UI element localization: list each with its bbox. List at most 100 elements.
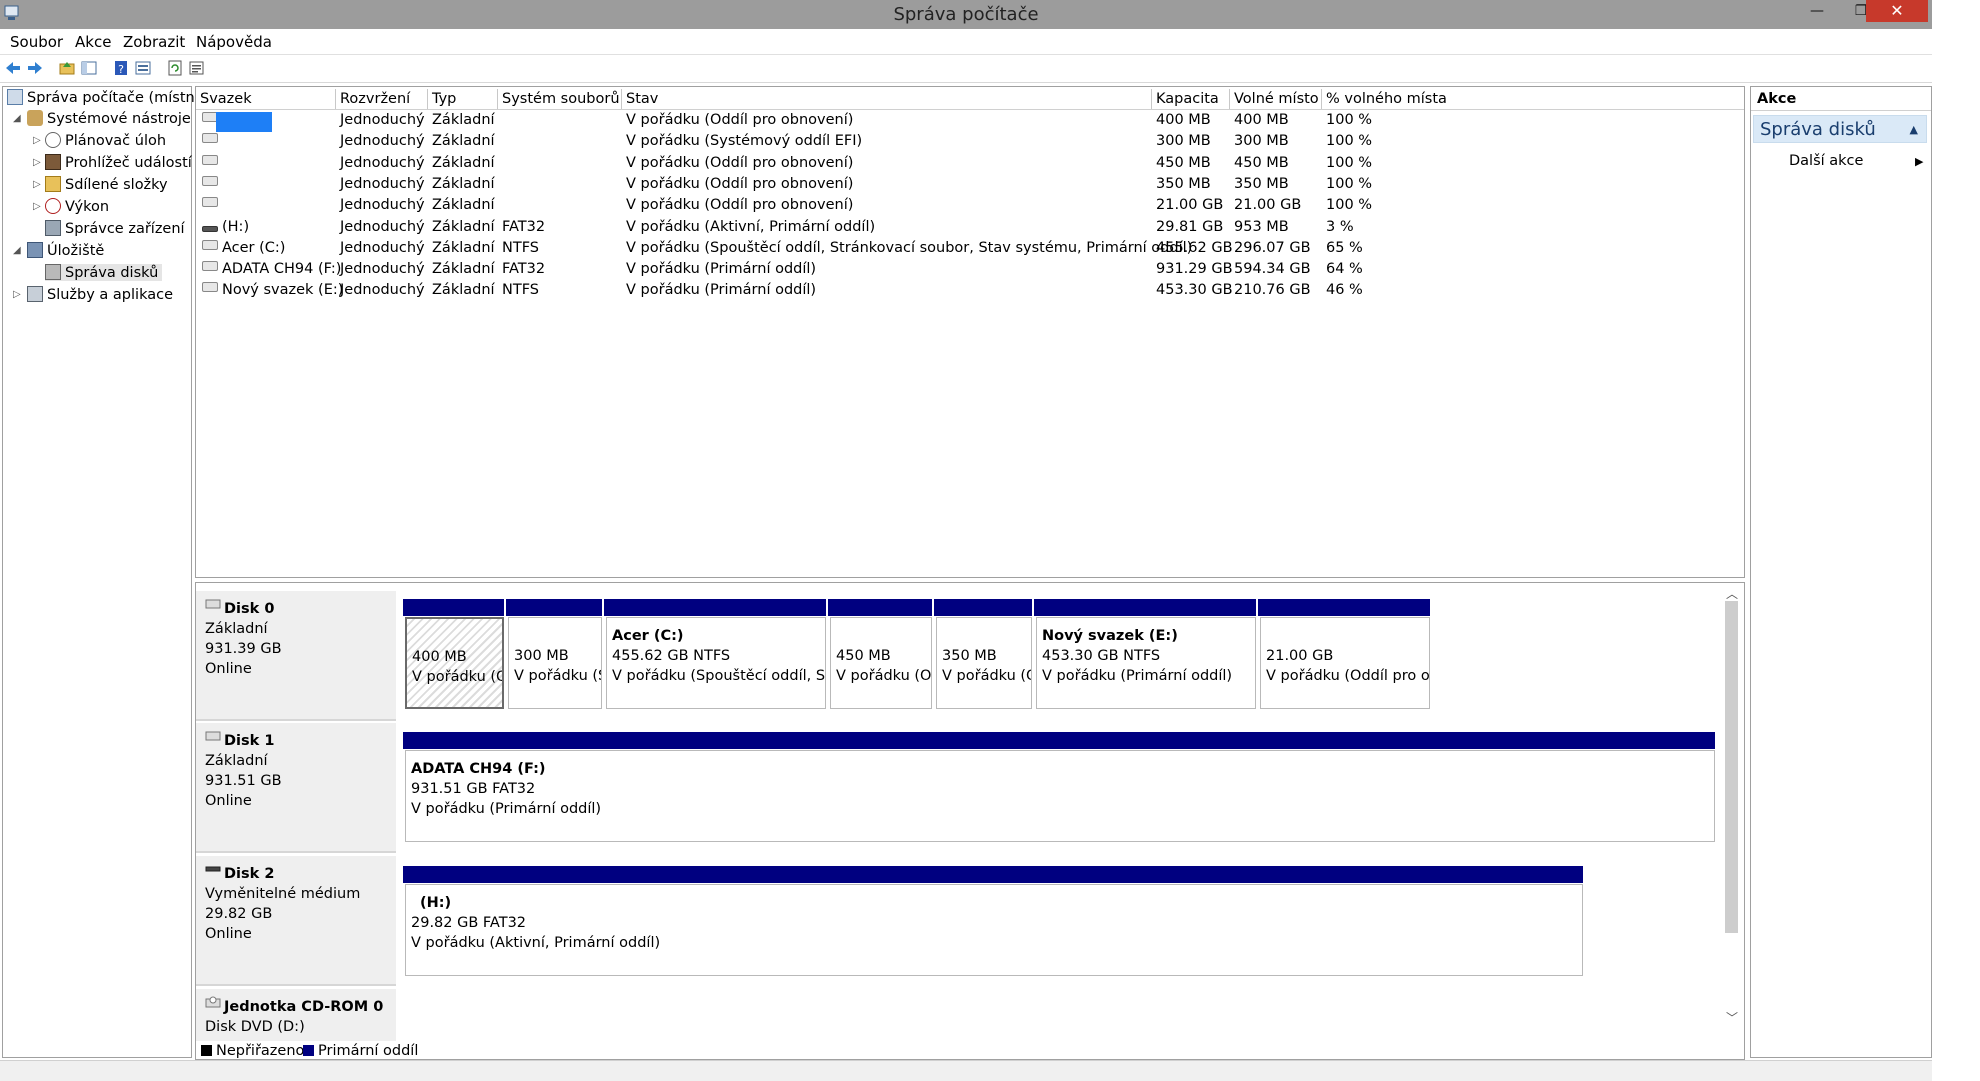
tree-item-disk-management[interactable]: Správa disků xyxy=(45,264,163,281)
partition-disk0-3[interactable]: 450 MB V pořádku (Oddí xyxy=(830,617,932,709)
export-list-icon[interactable] xyxy=(188,59,206,77)
disk-0-kind: Základní xyxy=(205,621,268,637)
expand-arrow-icon[interactable]: ◢ xyxy=(13,113,21,124)
collapse-up-icon[interactable]: ▲ xyxy=(1910,116,1918,144)
partition-disk0-2[interactable]: Acer (C:) 455.62 GB NTFS V pořádku (Spoušt… xyxy=(606,617,826,709)
table-row[interactable]: (H:) Jednoduchý Základní FAT32 V pořádku (Ak… xyxy=(196,218,1744,239)
more-actions-link[interactable]: Další akce xyxy=(1789,153,1863,169)
partition-disk0-5[interactable]: Nový svazek (E:) 453.30 GB NTFS V pořádku … xyxy=(1036,617,1256,709)
table-row[interactable]: ADATA CH94 (F:) Jednoduchý Základní FAT32 V … xyxy=(196,260,1744,281)
legend-swatch-unallocated xyxy=(201,1045,212,1056)
scroll-down-arrow-icon[interactable]: ﹀ xyxy=(1726,1009,1738,1026)
up-folder-icon[interactable] xyxy=(58,59,76,77)
disk-2-info[interactable]: Disk 2 Vyměnitelné médium 29.82 GB Onlin… xyxy=(196,856,396,986)
partition-disk0-6[interactable]: 21.00 GB V pořádku (Oddíl pro obnovení xyxy=(1260,617,1430,709)
cell-pct: 100 % xyxy=(1326,112,1373,128)
partition-status: V pořádku (Oddíl xyxy=(412,669,502,685)
collapse-arrow-icon[interactable]: ▷ xyxy=(33,201,41,212)
title-bar: Správa počítače — ❐ ✕ xyxy=(0,0,1932,29)
show-tree-icon[interactable] xyxy=(80,59,98,77)
tree-item-performance[interactable]: Výkon xyxy=(45,198,109,215)
menu-akce[interactable]: Akce xyxy=(75,33,111,51)
cell-type: Základní xyxy=(432,239,495,256)
help-icon[interactable]: ? xyxy=(112,59,130,77)
back-arrow-icon[interactable] xyxy=(4,59,22,77)
scroll-up-arrow-icon[interactable]: ︿ xyxy=(1726,585,1738,602)
cell-capacity: 300 MB xyxy=(1156,133,1211,150)
cell-status: V pořádku (Systémový oddíl EFI) xyxy=(626,133,863,150)
cell-layout: Jednoduchý xyxy=(340,282,425,299)
table-row[interactable]: Jednoduchý Základní V pořádku (Oddíl pro o… xyxy=(196,111,1744,132)
partition-status: V pořádku (Primární oddíl) xyxy=(1042,668,1233,684)
collapse-arrow-icon[interactable]: ▷ xyxy=(33,179,41,190)
table-row[interactable]: Jednoduchý Základní V pořádku (Oddíl pro o… xyxy=(196,154,1744,175)
close-button[interactable]: ✕ xyxy=(1866,0,1928,22)
partition-adata-f[interactable]: ADATA CH94 (F:) 931.51 GB FAT32 V pořádk… xyxy=(405,750,1715,842)
disk-0-state: Online xyxy=(205,661,252,677)
minimize-button[interactable]: — xyxy=(1796,0,1838,22)
tree-item-storage[interactable]: Úložiště xyxy=(27,242,104,259)
cdrom-info[interactable]: Jednotka CD-ROM 0 Disk DVD (D:) xyxy=(196,989,396,1041)
scrollbar-thumb[interactable] xyxy=(1725,601,1738,933)
cell-free: 594.34 GB xyxy=(1234,261,1311,278)
column-header-free-space[interactable]: Volné místo xyxy=(1230,89,1322,109)
tree-item-device-manager[interactable]: Správce zařízení xyxy=(45,220,185,237)
cell-type: Základní xyxy=(432,282,495,299)
cell-layout: Jednoduchý xyxy=(340,175,425,192)
disk-1-info[interactable]: Disk 1 Základní 931.51 GB Online xyxy=(196,723,396,853)
partition-disk0-1[interactable]: 300 MB V pořádku (Syste xyxy=(508,617,602,709)
properties-icon[interactable] xyxy=(134,59,152,77)
cell-free: 350 MB xyxy=(1234,175,1289,192)
column-header-free-percent[interactable]: % volného místa xyxy=(1322,89,1742,109)
table-row[interactable]: Jednoduchý Základní V pořádku (Oddíl pro o… xyxy=(196,196,1744,217)
table-row[interactable]: Nový svazek (E:) Jednoduchý Základní NTFS V … xyxy=(196,281,1744,302)
tree-item-event-viewer[interactable]: Prohlížeč událostí xyxy=(45,154,192,171)
tree-item-system-tools[interactable]: Systémové nástroje xyxy=(27,110,191,127)
disk-0-info[interactable]: Disk 0 Základní 931.39 GB Online xyxy=(196,591,396,721)
partition-size: 455.62 GB NTFS xyxy=(612,648,731,664)
disk-view-scrollbar[interactable]: ︿ ﹀ xyxy=(1723,585,1740,1025)
cell-name: ADATA CH94 (F:) xyxy=(222,261,342,278)
partition-title: ADATA CH94 (F:) xyxy=(411,761,546,777)
computer-management-icon xyxy=(7,89,23,105)
disk-graphical-view: Disk 0 Základní 931.39 GB Online 400 MB V… xyxy=(195,582,1745,1060)
collapse-arrow-icon[interactable]: ▷ xyxy=(33,135,41,146)
cell-pct: 100 % xyxy=(1326,197,1373,214)
submenu-arrow-icon[interactable]: ▶ xyxy=(1915,155,1923,168)
column-header-volume[interactable]: Svazek xyxy=(196,89,336,109)
partition-status: V pořádku (Aktivní, Primární oddíl) xyxy=(411,935,661,951)
legend-primary: Primární oddíl xyxy=(318,1043,419,1059)
column-header-filesystem[interactable]: Systém souborů xyxy=(498,89,622,109)
disk-drive-icon xyxy=(205,599,221,609)
partition-disk0-4[interactable]: 350 MB V pořádku (Oddí xyxy=(936,617,1032,709)
tree-item-shared-folders[interactable]: Sdílené složky xyxy=(45,176,168,193)
cdrom-kind: Disk DVD (D:) xyxy=(205,1019,305,1035)
column-header-type[interactable]: Typ xyxy=(428,89,498,109)
menu-zobrazit[interactable]: Zobrazit xyxy=(123,33,185,51)
partition-disk0-0[interactable]: 400 MB V pořádku (Oddíl xyxy=(405,617,504,709)
disk-0-size: 931.39 GB xyxy=(205,641,282,657)
table-row[interactable]: Jednoduchý Základní V pořádku (Oddíl pro o… xyxy=(196,175,1744,196)
column-header-layout[interactable]: Rozvržení xyxy=(336,89,428,109)
collapse-arrow-icon[interactable]: ▷ xyxy=(33,157,41,168)
tree-item-services-apps[interactable]: Služby a aplikace xyxy=(27,286,173,303)
tools-icon xyxy=(27,110,43,126)
table-row[interactable]: Jednoduchý Základní V pořádku (Systémový o… xyxy=(196,132,1744,153)
tree-item-root[interactable]: Správa počítače (místní) xyxy=(7,89,204,106)
refresh-icon[interactable] xyxy=(166,59,184,77)
volume-icon xyxy=(202,239,218,250)
cell-free: 210.76 GB xyxy=(1234,282,1311,299)
disk-1-state: Online xyxy=(205,793,252,809)
menu-soubor[interactable]: Soubor xyxy=(10,33,63,51)
column-header-capacity[interactable]: Kapacita xyxy=(1152,89,1230,109)
column-header-status[interactable]: Stav xyxy=(622,89,1152,109)
tree-item-task-scheduler[interactable]: Plánovač úloh xyxy=(45,132,166,149)
forward-arrow-icon[interactable] xyxy=(26,59,44,77)
table-row[interactable]: Acer (C:) Jednoduchý Základní NTFS V pořádku… xyxy=(196,239,1744,260)
expand-arrow-icon[interactable]: ◢ xyxy=(13,245,21,256)
menu-napoveda[interactable]: Nápověda xyxy=(196,33,272,51)
actions-section-disk-management[interactable]: Správa disků ▲ xyxy=(1753,115,1927,143)
cell-free: 400 MB xyxy=(1234,112,1289,128)
collapse-arrow-icon[interactable]: ▷ xyxy=(13,289,21,300)
partition-h[interactable]: (H:) 29.82 GB FAT32 V pořádku (Aktivní, … xyxy=(405,884,1583,976)
